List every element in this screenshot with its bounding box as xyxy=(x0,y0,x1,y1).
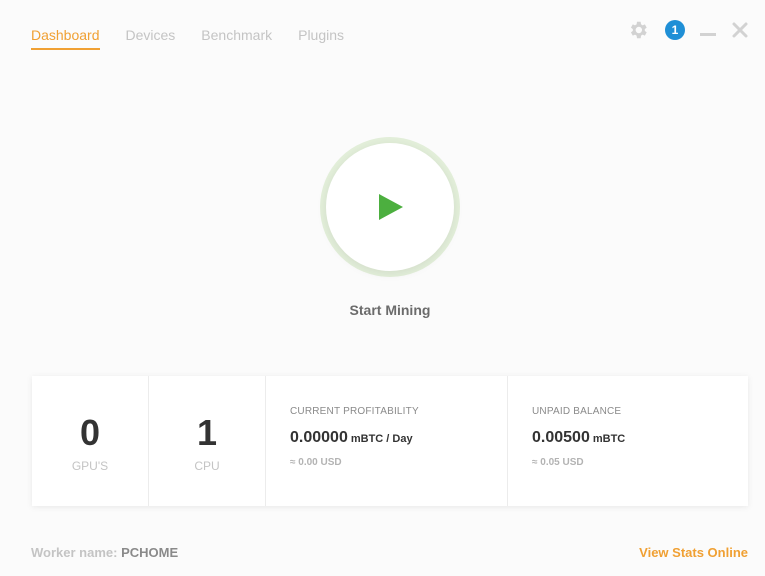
gear-icon[interactable] xyxy=(627,19,649,41)
close-icon[interactable] xyxy=(729,19,751,41)
profitability-unit: mBTC / Day xyxy=(350,433,413,445)
balance-value: 0.00500 mBTC xyxy=(532,429,625,447)
worker-label: Worker name: xyxy=(31,545,118,560)
balance-cell: UNPAID BALANCE 0.00500 mBTC ≈ 0.05 USD xyxy=(508,376,748,506)
worker-name-value: PCHOME xyxy=(121,545,179,560)
gpu-count-cell: 0 GPU'S xyxy=(32,376,149,506)
tab-benchmark[interactable]: Benchmark xyxy=(201,27,272,50)
start-mining-label: Start Mining xyxy=(349,302,431,318)
gpu-label: GPU'S xyxy=(71,459,109,473)
balance-title: UNPAID BALANCE xyxy=(532,406,622,417)
tab-plugins[interactable]: Plugins xyxy=(298,27,344,50)
tab-bar: Dashboard Devices Benchmark Plugins xyxy=(31,27,370,50)
start-button-inner xyxy=(326,143,454,271)
tab-dashboard[interactable]: Dashboard xyxy=(31,27,100,50)
view-stats-link[interactable]: View Stats Online xyxy=(639,545,748,560)
cpu-label: CPU xyxy=(194,459,220,473)
balance-usd: ≈ 0.05 USD xyxy=(532,457,584,468)
profitability-amount: 0.00000 xyxy=(290,429,348,446)
profitability-value: 0.00000 mBTC / Day xyxy=(290,429,413,447)
notification-badge[interactable]: 1 xyxy=(665,20,685,40)
profitability-usd: ≈ 0.00 USD xyxy=(290,457,342,468)
profitability-cell: CURRENT PROFITABILITY 0.00000 mBTC / Day … xyxy=(266,376,508,506)
cpu-count-cell: 1 CPU xyxy=(149,376,266,506)
minimize-icon[interactable] xyxy=(697,19,719,41)
worker-name: Worker name: PCHOME xyxy=(31,545,178,560)
cpu-count: 1 xyxy=(196,412,218,453)
gpu-count: 0 xyxy=(79,412,101,453)
tab-devices[interactable]: Devices xyxy=(126,27,176,50)
window-controls: 1 xyxy=(627,19,751,41)
app-window: Dashboard Devices Benchmark Plugins 1 St… xyxy=(0,0,765,576)
start-mining-button[interactable] xyxy=(320,137,460,277)
balance-amount: 0.00500 xyxy=(532,429,590,446)
balance-unit: mBTC xyxy=(592,433,626,445)
stats-panel: 0 GPU'S 1 CPU CURRENT PROFITABILITY 0.00… xyxy=(32,376,748,506)
profitability-title: CURRENT PROFITABILITY xyxy=(290,406,419,417)
play-icon xyxy=(379,194,403,220)
